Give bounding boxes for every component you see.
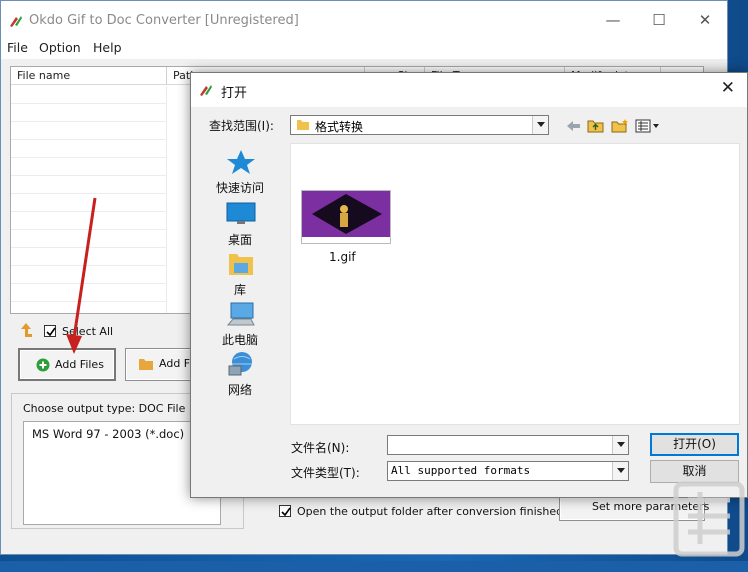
open-button[interactable]: 打开(O) [650, 433, 739, 456]
file-name-label: 文件名(N): [291, 441, 350, 455]
dialog-title: 打开 [221, 86, 248, 101]
look-in-value: 格式转换 [315, 120, 364, 134]
dialog-close-icon[interactable]: ✕ [721, 78, 735, 98]
dialog-title-bar: 打开 ✕ [191, 73, 747, 107]
view-menu-icon[interactable] [635, 118, 661, 134]
new-folder-icon[interactable] [611, 118, 629, 134]
file-type-label: 文件类型(T): [291, 466, 360, 480]
chevron-down-icon[interactable] [612, 462, 628, 480]
star-icon [227, 150, 255, 174]
open-file-dialog: 打开 ✕ 查找范围(I): 格式转换 快速访问 桌面 库 此电脑 网络 1.gi… [190, 72, 748, 498]
library-icon [229, 254, 253, 275]
chevron-down-icon[interactable] [532, 116, 548, 134]
places-bar: 快速访问 桌面 库 此电脑 网络 [207, 143, 273, 427]
desktop-icon [226, 202, 256, 224]
gif-thumbnail-image [302, 191, 390, 243]
look-in-label: 查找范围(I): [209, 119, 274, 133]
file-item-label[interactable]: 1.gif [329, 250, 356, 264]
file-name-input[interactable] [387, 435, 629, 455]
file-type-dropdown[interactable]: All supported formats [387, 461, 629, 481]
file-browser-area[interactable]: 1.gif [290, 143, 740, 425]
watermark-logo [670, 478, 748, 561]
folder-icon [297, 120, 309, 130]
app-icon [200, 85, 212, 96]
back-icon[interactable] [565, 118, 583, 134]
chevron-down-icon[interactable] [612, 436, 628, 454]
up-folder-icon[interactable] [587, 118, 605, 134]
network-icon [228, 352, 252, 376]
computer-icon [226, 302, 255, 326]
look-in-dropdown[interactable]: 格式转换 [290, 115, 549, 135]
file-thumbnail[interactable] [301, 190, 391, 244]
